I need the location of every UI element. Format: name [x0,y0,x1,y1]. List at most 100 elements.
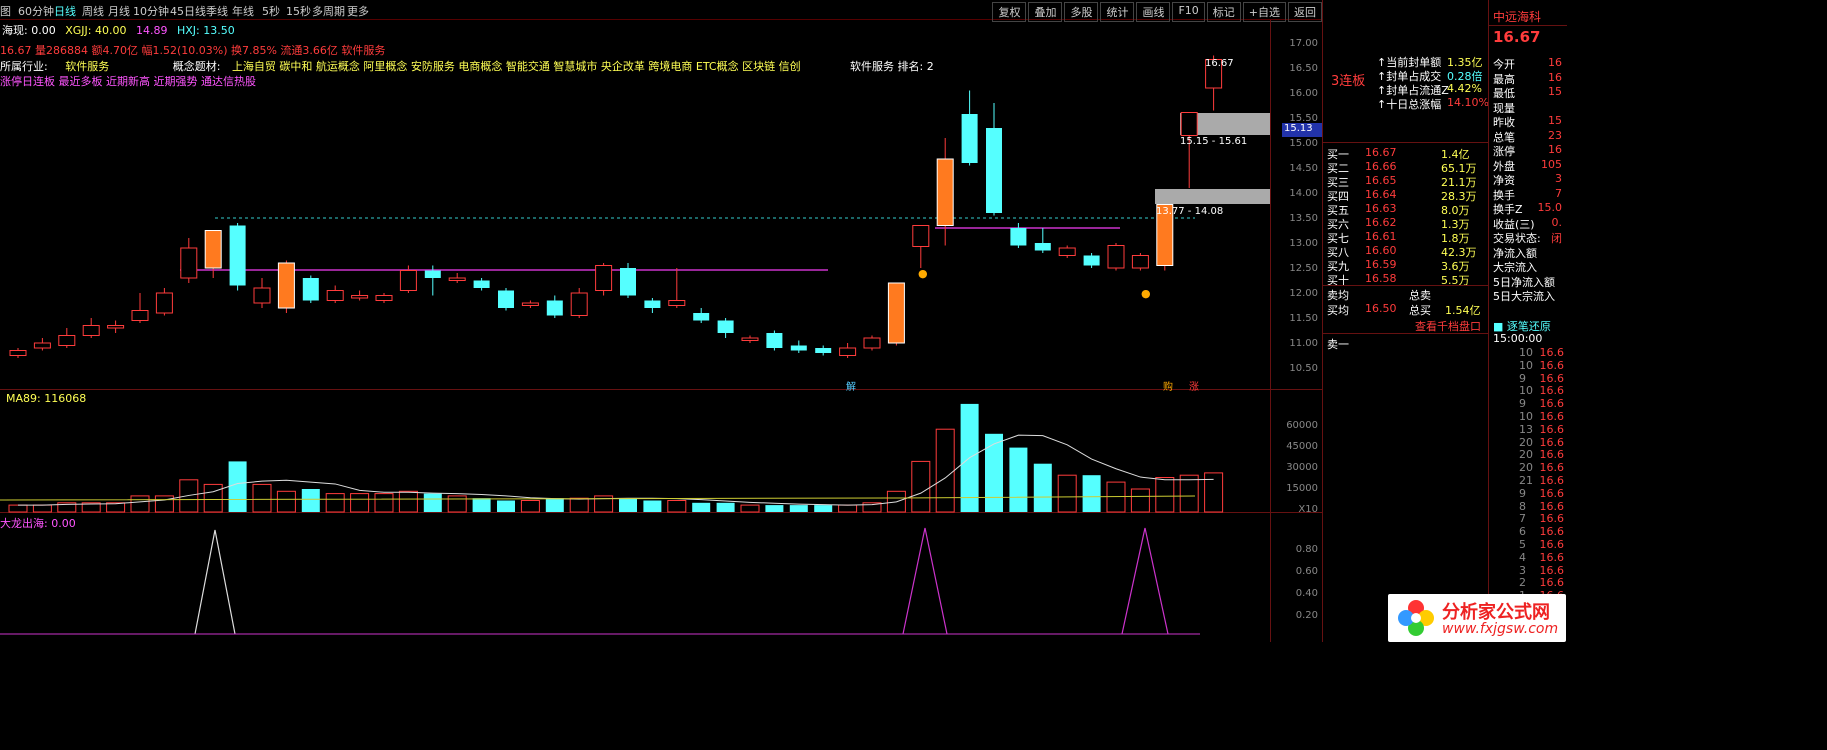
volume-bar [1130,488,1150,513]
period-tab[interactable]: 更多 [347,3,369,19]
period-tab[interactable]: 5秒 [262,3,280,19]
tick-volume: 9 [1519,397,1526,411]
bag-icon: ● [918,267,928,280]
candle-body [1083,255,1100,266]
tick-price: 16.6 [1539,499,1565,513]
toolbar-button[interactable]: 统计 [1100,2,1135,22]
candle-body [253,287,271,304]
candle-body [155,292,173,314]
candle-body [570,292,588,316]
tick-volume: 7 [1519,512,1526,526]
volume-bar [667,500,687,513]
volume-bar [911,460,931,513]
axis-tick-label: 12.50 [1289,263,1318,274]
candle-body [741,337,759,341]
candle-body [277,262,295,309]
volume-bar [520,500,540,513]
tick-price: 16.6 [1539,474,1565,487]
total-buy-value: 1.54亿 [1445,304,1481,317]
period-tab[interactable]: 周线 [82,3,104,19]
period-tab[interactable]: 日线 [54,3,76,19]
depth-link[interactable]: 查看千档盘口 [1415,318,1481,334]
marker-jie: 解 [846,382,856,393]
toolbar-button[interactable]: 复权 [992,2,1027,22]
axis-tick-label: 11.00 [1289,338,1318,349]
axis-tick-label: 30000 [1286,462,1318,473]
tick-volume: 4 [1519,550,1526,564]
period-tab[interactable]: 10分钟 [133,3,169,19]
axis-tick-label: 13.50 [1289,213,1318,224]
toolbar-button[interactable]: 叠加 [1028,2,1063,22]
volume-bar [740,504,760,513]
tick-volume: 6 [1519,525,1526,539]
indicator-label: 大龙出海: 0.00 [0,517,76,530]
toolbar-button[interactable]: +自选 [1242,2,1286,22]
volume-bar [1033,463,1052,512]
period-tab[interactable]: 图 [0,3,11,19]
candle-body [473,280,490,288]
candle-body [1010,228,1027,246]
tick-price: 16.6 [1539,371,1565,385]
tick-price: 16.6 [1539,512,1565,526]
zone-label-low: 13.77 - 14.08 [1156,206,1224,217]
tick-price: 16.6 [1539,410,1565,423]
toolbar-button[interactable]: 画线 [1136,2,1171,22]
candle-body [595,265,613,291]
axis-tick-label: 14.00 [1289,188,1318,199]
candle-body [1180,112,1198,136]
zone-label-high: 15.15 - 15.61 [1180,136,1248,147]
toolbar-button[interactable]: 返回 [1288,2,1322,22]
volume-bar [228,461,247,512]
tick-volume: 9 [1519,371,1526,385]
candle-body [546,300,563,316]
tick-volume: 10 [1519,346,1533,359]
tick-volume: 2 [1519,576,1526,590]
candle-body [815,348,832,353]
toolbar-button[interactable]: 多股 [1064,2,1099,22]
tick-volume: 10 [1519,410,1533,423]
candle-body [668,300,686,306]
tick-price: 16.6 [1539,422,1565,436]
candle-body [961,114,978,163]
volume-bar [276,490,296,513]
tick-volume: 20 [1519,461,1533,475]
total-buy-label: 总买 [1409,304,1431,317]
bid-avg-label: 买均 [1327,304,1349,317]
site-logo: 分析家公式网 www.fxjgsw.com [1388,594,1566,642]
volume-bar [447,495,467,513]
period-tab[interactable]: 60分钟 [18,3,54,19]
quote-field-value: 闭 [1551,232,1562,245]
period-tab[interactable]: 月线 [108,3,130,19]
tick-price: 16.6 [1539,550,1565,564]
period-tab[interactable]: 季线 [206,3,228,19]
volume-bar [8,504,28,513]
volume-bar [838,504,858,513]
tick-price: 16.6 [1539,538,1565,551]
candle-body [229,225,246,286]
toolbar-button[interactable]: 标记 [1206,2,1241,22]
volume-bar [398,490,418,513]
axis-tick-label: 16.50 [1289,63,1318,74]
period-tab[interactable]: 45日线 [170,3,206,19]
volume-bar [1057,474,1077,513]
toolbar-button[interactable]: F10 [1172,2,1205,22]
period-tab[interactable]: 15秒 [286,3,311,19]
volume-bar [619,498,637,512]
quote-field-value: 0. [1551,215,1563,229]
volume-bar [935,428,955,513]
tick-volume: 5 [1519,538,1526,551]
candle-body [498,290,514,308]
candle-body [1131,255,1149,269]
period-tab[interactable]: 多周期 [312,3,345,19]
period-tab[interactable]: 年线 [232,3,254,19]
quote-panel: 中远海科 16.67 今开 16 最高 16 最低 15 现量 昨收 15 总笔 23 涨停 16 外盘 1… [1488,0,1567,642]
volume-bar [692,502,711,512]
kline-chart[interactable] [0,20,1270,642]
candle-body [717,320,734,333]
quote-field-value: 16 [1548,56,1562,69]
volume-bar [569,497,589,513]
tick-volume: 8 [1519,499,1526,513]
quote-field-value: 7 [1555,186,1562,200]
toolbar-buttons: 复权 叠加 多股 统计 画线 F10 标记 +自选 返回 [990,2,1322,22]
tick-volume: 21 [1519,474,1533,487]
